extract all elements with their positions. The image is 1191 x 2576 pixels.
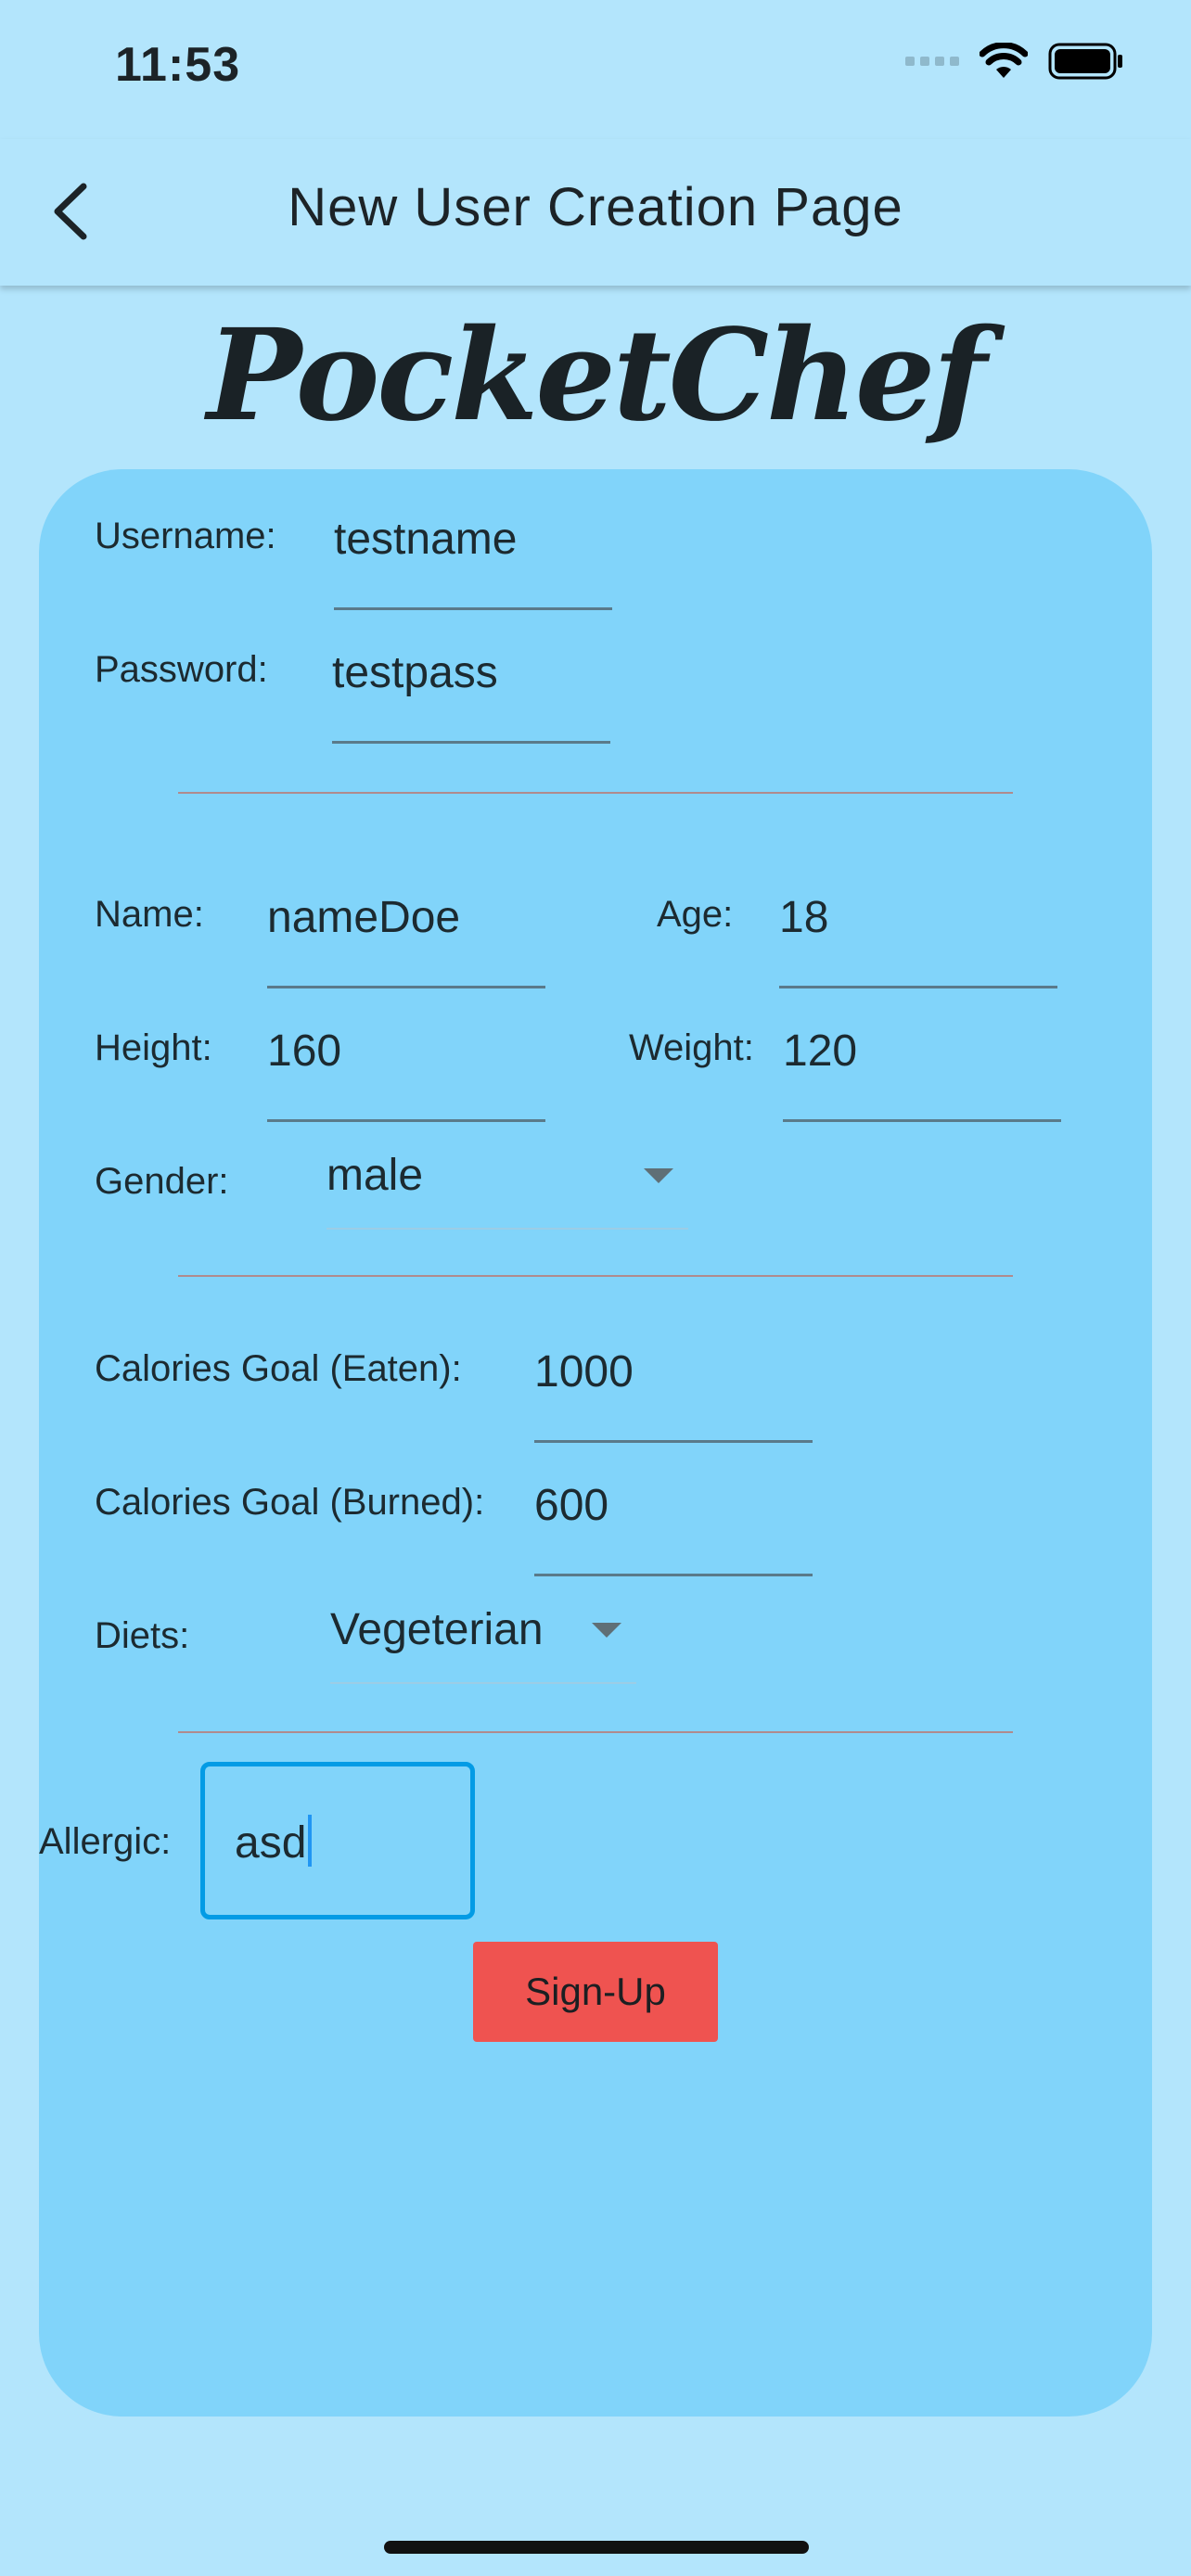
age-field[interactable]: 18 [779,853,1057,988]
signup-form-card: Username: testname Password: testpass Na… [39,469,1152,2417]
gender-dropdown[interactable]: male [327,1120,688,1230]
name-field[interactable]: nameDoe [267,853,545,988]
cellular-signal-icon [905,57,959,66]
username-label: Username: [95,516,276,556]
password-label: Password: [95,649,268,690]
gender-underline [327,1228,688,1230]
gender-value: male [327,1151,424,1200]
allergic-input[interactable]: asd [200,1762,475,1919]
calories-eaten-label: Calories Goal (Eaten): [95,1348,462,1389]
height-value: 160 [267,1027,342,1076]
section-divider [178,792,1013,794]
password-underline [332,741,610,744]
name-label: Name: [95,894,204,935]
calories-eaten-field[interactable]: 1000 [534,1307,813,1443]
diets-value: Vegeterian [330,1605,544,1654]
username-value: testname [334,515,518,564]
page-title: New User Creation Page [288,177,903,237]
diets-label: Diets: [95,1615,190,1656]
diets-underline [330,1682,636,1684]
calories-eaten-value: 1000 [534,1347,634,1396]
signup-button[interactable]: Sign-Up [473,1942,718,2042]
calories-burned-label: Calories Goal (Burned): [95,1482,485,1523]
calories-burned-value: 600 [534,1481,609,1530]
name-value: nameDoe [267,893,461,942]
diets-dropdown[interactable]: Vegeterian [330,1575,636,1684]
dropdown-arrow-icon [644,1168,673,1183]
weight-value: 120 [783,1027,858,1076]
section-divider [178,1275,1013,1277]
allergic-label: Allergic: [39,1821,172,1862]
dropdown-arrow-icon [592,1623,621,1638]
weight-field[interactable]: 120 [783,987,1061,1122]
home-indicator[interactable] [384,2541,809,2554]
height-field[interactable]: 160 [267,987,545,1122]
weight-underline [783,1119,1061,1122]
battery-icon [1048,43,1122,80]
status-icons [905,43,1124,80]
username-field[interactable]: testname [334,475,612,610]
password-field[interactable]: testpass [332,608,610,744]
weight-label: Weight: [629,1027,754,1068]
allergic-value: asd [235,1818,307,1868]
age-label: Age: [657,894,734,935]
calories-burned-field[interactable]: 600 [534,1441,813,1576]
status-bar: 11:53 [0,0,1191,139]
gender-label: Gender: [95,1161,229,1202]
height-label: Height: [95,1027,212,1068]
app-bar: New User Creation Page [0,139,1191,286]
password-value: testpass [332,648,498,697]
age-value: 18 [779,893,829,942]
section-divider [178,1731,1013,1733]
text-cursor [308,1815,313,1867]
brand-logo: PocketChef [207,301,987,450]
wifi-icon [980,43,1028,78]
status-time: 11:53 [115,38,241,92]
